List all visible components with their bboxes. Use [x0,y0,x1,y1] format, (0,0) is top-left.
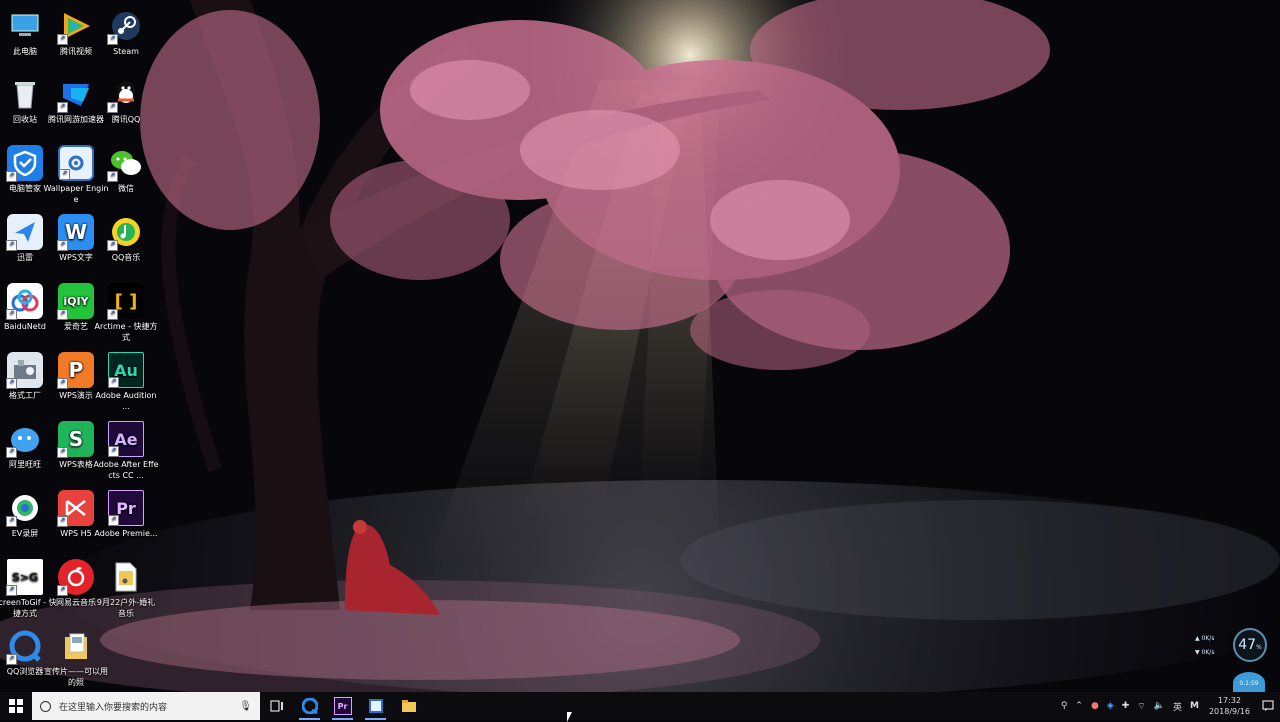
taskbar-app-file-explorer[interactable] [392,692,425,720]
start-button[interactable] [0,692,32,720]
qq-music-icon: ↗ [107,214,144,251]
taskbar-search-box[interactable]: 在这里输入你要搜索的内容 🎙 [32,692,260,720]
desktop-icon-wechat[interactable]: ↗ 微信 [93,145,159,194]
show-hidden-icons-chevron-icon[interactable]: ⌃ [1071,701,1087,711]
ev-recorder-icon: ↗ [6,490,43,527]
task-view-icon [269,700,283,712]
taskbar-app-edge[interactable] [293,692,326,720]
clock-time: 17:32 [1217,696,1242,705]
baidu-netdisk-icon: ↗ [6,283,43,320]
taskbar-clock[interactable]: 17:32 2018/9/16 [1203,695,1256,717]
desktop-icon-audio-file[interactable]: 9月22户外-婚礼音乐 [93,559,159,619]
pc-manager-icon: ↗ [6,145,43,182]
action-center-button[interactable] [1256,692,1280,720]
upload-arrow-icon: ▲ [1195,635,1200,642]
desktop-icon-adobe-audition[interactable]: Au ↗ Adobe Audition ... [93,352,159,412]
audio-file-icon [108,559,144,595]
qq-browser-icon: ↗ [6,628,43,665]
system-tray: ⚲ ⌃ ● ◈ ✚ ⌔ 🔈 英 M 17:32 2018/9/16 [1057,692,1280,720]
desktop-icon-steam[interactable]: ↗ Steam [93,8,159,57]
desktop-icon-adobe-premiere[interactable]: Pr ↗ Adobe Premie... [93,490,159,539]
format-factory-icon: ↗ [6,352,43,389]
taskbar: 在这里输入你要搜索的内容 🎙 Pr ⚲ ⌃ ● ◈ ✚ ⌔ 🔈 英 M 17:3… [0,692,1280,720]
cortana-icon [40,700,51,712]
game-accelerator-icon: ↗ [57,76,94,113]
thunder-icon: ↗ [6,214,43,251]
file-explorer-icon [401,700,416,712]
wps-writer-icon: W ↗ [57,214,94,251]
tray-extra-icon[interactable]: ✚ [1118,701,1134,711]
network-speeds: ▲ 0K/s ▼ 0K/s [1195,632,1214,660]
ime-language-indicator[interactable]: 英 [1169,700,1186,713]
tray-app-icon[interactable]: ● [1087,701,1103,711]
arctime-icon: [ ] ↗ [107,283,144,320]
qq-icon: ↗ [107,76,144,113]
volume-icon[interactable]: 🔈 [1150,701,1169,711]
wallpaper-engine-taskbar-icon [368,699,383,713]
speed-ball[interactable]: 0.1:59 [1233,672,1265,694]
microphone-icon[interactable]: 🎙 [239,701,252,712]
netease-music-icon: ↗ [57,559,94,596]
desktop-icon-arctime[interactable]: [ ] ↗ Arctime - 快捷方式 [93,283,159,343]
adobe-premiere-icon: Pr ↗ [108,490,144,526]
taskbar-app-wallpaper-engine[interactable] [359,692,392,720]
tencent-video-icon: ↗ [57,8,94,45]
steam-icon: ↗ [107,8,144,45]
adobe-after-effects-icon: Ae ↗ [108,421,144,457]
screentogif-icon: S>G ↗ [6,559,43,596]
desktop-icon-area: 此电脑 回收站 ↗ 电脑管家 ↗ 迅雷 ↗ BaiduNetd ↗ 格式工厂 ↗… [0,0,160,692]
mouse-cursor-icon [567,712,572,722]
wallpaper-engine-icon: ↗ [58,145,94,181]
clock-date: 2018/9/16 [1208,707,1250,716]
people-icon[interactable]: ⚲ [1057,701,1072,711]
folder-icon [58,628,94,664]
task-view-button[interactable] [260,692,293,720]
download-arrow-icon: ▼ [1195,649,1200,656]
edge-browser-icon [301,698,318,714]
wps-presentation-icon: P ↗ [57,352,94,389]
memory-usage-ring: 47% [1233,628,1267,662]
search-placeholder: 在这里输入你要搜索的内容 [59,702,168,713]
upload-speed: 0K/s [1201,635,1215,642]
download-speed: 0K/s [1201,649,1215,656]
desktop-wallpaper [0,0,1280,720]
aliwangwang-icon: ↗ [6,421,43,458]
wechat-icon: ↗ [107,145,144,182]
desktop-icon-qq[interactable]: ↗ 腾讯QQ [93,76,159,125]
network-monitor-widget[interactable]: ▲ 0K/s ▼ 0K/s 47% 0.1:59 [1193,628,1273,694]
desktop-icon-qq-music[interactable]: ↗ QQ音乐 [93,214,159,263]
recycle-bin-icon [7,76,43,112]
notification-icon [1262,700,1274,711]
wallpaper-art [0,0,1280,720]
network-icon[interactable]: ⌔ [1133,701,1149,712]
desktop-icon-adobe-after-effects[interactable]: Ae ↗ Adobe After Effects CC ... [93,421,159,481]
computer-icon [7,8,43,44]
wps-h5-icon: ↗ [57,490,94,527]
premiere-taskbar-icon: Pr [333,697,352,715]
memory-usage-percent: 47 [1238,637,1257,653]
wps-spreadsheet-icon: S ↗ [57,421,94,458]
taskbar-app-premiere[interactable]: Pr [326,692,359,720]
desktop-icon-promo-folder[interactable]: 宣传片——可以用的照 [43,628,109,688]
adobe-audition-icon: Au ↗ [108,352,144,388]
ime-mode-indicator[interactable]: M [1186,701,1203,711]
iqiyi-icon: iQIY ↗ [57,283,94,320]
security-shield-icon[interactable]: ◈ [1103,701,1118,711]
windows-logo-icon [9,699,23,713]
